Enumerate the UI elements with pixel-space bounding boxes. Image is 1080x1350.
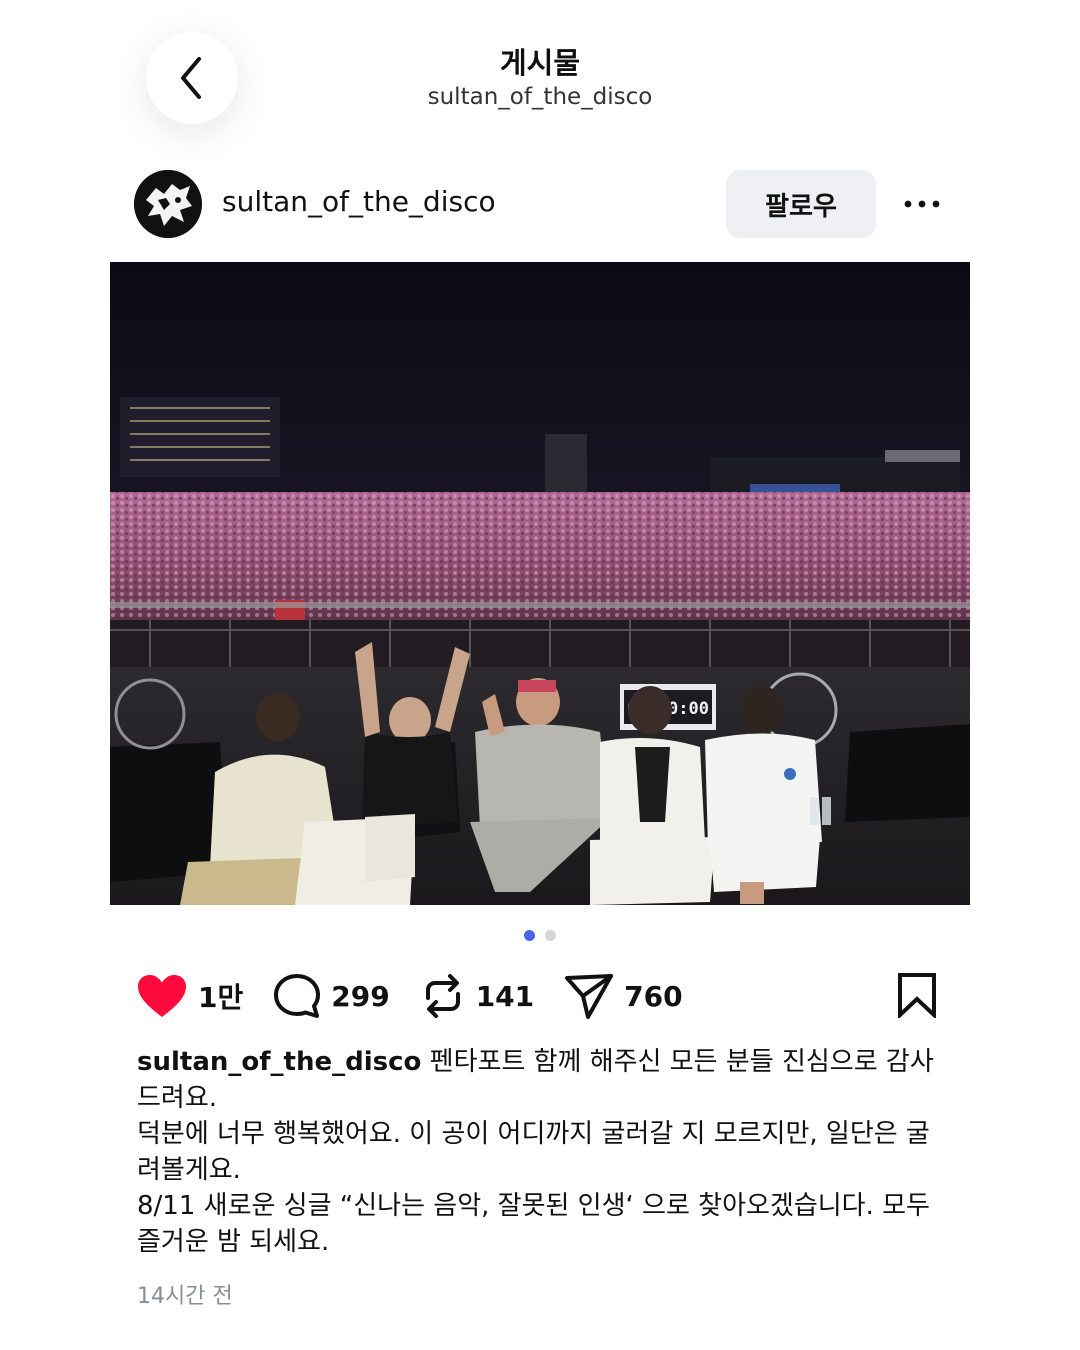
repost-count: 141 bbox=[475, 979, 535, 1013]
page-title: 게시물 bbox=[499, 46, 581, 80]
follow-button[interactable]: 팔로우 bbox=[726, 170, 876, 238]
comment-count: 299 bbox=[331, 979, 390, 1013]
send-icon bbox=[565, 974, 614, 1019]
post-username[interactable]: sultan_of_the_disco bbox=[222, 185, 496, 218]
comment-bubble-icon bbox=[274, 974, 321, 1018]
like-count: 1만 bbox=[198, 981, 244, 1014]
carousel-indicator bbox=[110, 930, 970, 941]
post-screen: 게시물 sultan_of_the_disco sultan_of_the_di… bbox=[110, 0, 970, 1350]
post-timestamp: 14시간 전 bbox=[137, 1284, 233, 1309]
page-subtitle: sultan_of_the_disco bbox=[427, 84, 653, 110]
concert-photo-image: 00:00:00 bbox=[110, 262, 970, 905]
post-caption: sultan_of_the_disco 펜타포트 함께 해주신 모든 분들 진심… bbox=[137, 1044, 937, 1260]
carousel-dot[interactable] bbox=[545, 930, 556, 941]
avatar-logo-icon bbox=[134, 170, 202, 238]
more-options-button[interactable] bbox=[898, 184, 946, 224]
post-photo[interactable]: 00:00:00 bbox=[110, 262, 970, 905]
share-count: 760 bbox=[624, 979, 683, 1013]
caption-paragraph-1: sultan_of_the_disco 펜타포트 함께 해주신 모든 분들 진심… bbox=[137, 1044, 937, 1116]
share-button[interactable]: 760 bbox=[564, 972, 683, 1020]
heart-filled-icon bbox=[138, 975, 186, 1017]
caption-username[interactable]: sultan_of_the_disco bbox=[137, 1047, 421, 1077]
carousel-dot-active[interactable] bbox=[524, 930, 535, 941]
comment-button[interactable]: 299 bbox=[273, 973, 390, 1019]
caption-paragraph-3: 8/11 새로운 싱글 “신나는 음악, 잘못된 인생‘ 으로 찾아오겠습니다.… bbox=[137, 1191, 930, 1257]
bookmark-icon bbox=[898, 973, 936, 1020]
more-horizontal-icon bbox=[904, 200, 940, 208]
action-bar: 1만 299 141 760 bbox=[136, 968, 713, 1024]
like-button[interactable]: 1만 bbox=[136, 973, 243, 1019]
avatar[interactable] bbox=[134, 170, 202, 238]
repost-button[interactable]: 141 bbox=[420, 972, 534, 1020]
bookmark-button[interactable] bbox=[896, 972, 938, 1022]
caption-paragraph-2: 덕분에 너무 행복했어요. 이 공이 어디까지 굴러갈 지 모르지만, 일단은 … bbox=[137, 1119, 930, 1185]
repost-icon bbox=[425, 974, 460, 1018]
